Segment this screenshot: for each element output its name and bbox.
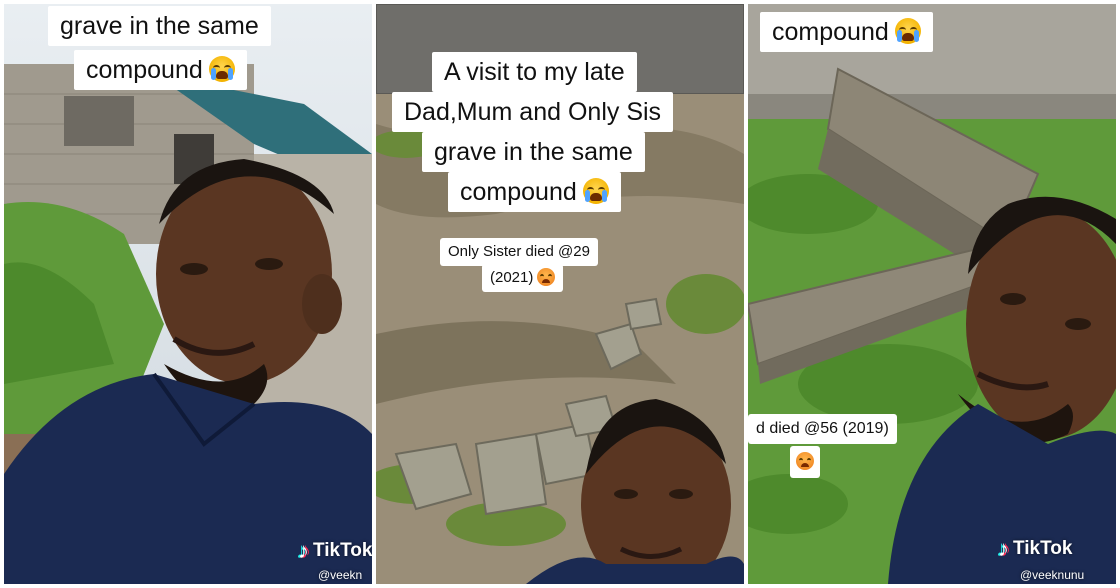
tiktok-handle: @veeknunu <box>1020 568 1085 582</box>
tiktok-watermark: ♪ TikTok <box>298 538 372 563</box>
note-emoji-badge <box>790 446 820 478</box>
collage-panel-left: grave in the same compound ♪ TikTok @vee… <box>4 4 372 584</box>
tiktok-note-icon: ♪ <box>298 538 309 563</box>
loudly-crying-face-emoji-icon <box>582 178 609 204</box>
graves-grass-scene <box>748 4 1116 584</box>
caption-line: Dad,Mum and Only Sis <box>392 92 674 132</box>
collage-panel-right: compound d died @56 (2019) ♪ TikTok @vee… <box>748 4 1116 584</box>
loudly-crying-face-emoji-icon <box>208 56 235 82</box>
selfie-scene-house <box>4 4 372 584</box>
loudly-crying-face-emoji-icon <box>894 18 921 44</box>
caption-line: grave in the same <box>48 6 271 46</box>
note-line: Only Sister died @29 <box>440 238 598 266</box>
caption-line: grave in the same <box>422 132 645 172</box>
tiktok-watermark: ♪ TikTok <box>998 536 1073 561</box>
worried-face-emoji-icon <box>537 268 556 286</box>
caption-line: compound <box>448 172 621 212</box>
note-line: (2021) <box>482 264 564 292</box>
photo-collage: grave in the same compound ♪ TikTok @vee… <box>0 0 1120 588</box>
collage-panel-middle: A visit to my late Dad,Mum and Only Sis … <box>376 4 744 584</box>
caption-line: A visit to my late <box>432 52 637 92</box>
caption-line: compound <box>760 12 933 52</box>
tiktok-note-icon: ♪ <box>998 536 1009 561</box>
caption-line: compound <box>74 50 247 90</box>
note-line: d died @56 (2019) <box>748 414 897 444</box>
tiktok-handle: @veekn <box>318 568 363 582</box>
worried-face-emoji-icon <box>796 452 814 470</box>
